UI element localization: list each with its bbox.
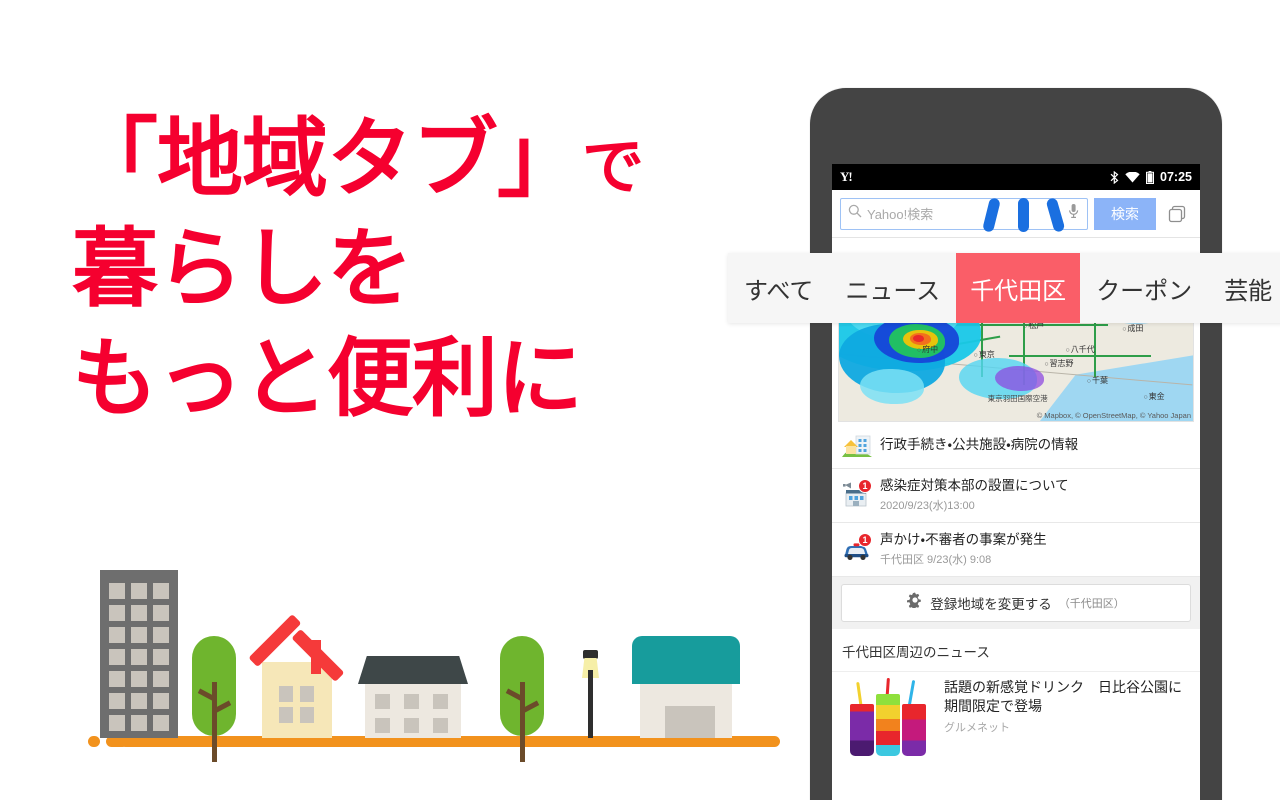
battery-icon [1146,170,1155,184]
list-item-title: 感染症対策本部の設置について [880,478,1069,493]
headline-line-1: 「地域タブ」で [72,104,712,214]
shop-icon [632,636,740,738]
tab-subete[interactable]: すべて [728,253,829,323]
headline-line-1-main: 「地域タブ」 [72,111,583,207]
map-city-label: 習志野 [1044,358,1074,369]
ground-dash-left-small [88,736,100,747]
headline-line-3: もっと便利に [72,331,583,428]
map-city-label: 東金 [1143,391,1165,402]
tab-geino[interactable]: 芸能 [1208,253,1280,323]
ground-dash-right-small [752,736,764,747]
search-input[interactable]: Yahoo!検索 [840,197,1088,230]
map-attribution: © Mapbox, © OpenStreetMap, © Yahoo Japan [1036,411,1191,420]
list-item[interactable]: 1 感染症対策本部の設置について 2020/9/23(水)13:00 [832,469,1200,523]
change-area-current: （千代田区） [1058,597,1125,610]
status-clock: 07:25 [1160,170,1192,184]
map-sea [1039,355,1193,421]
tab-news[interactable]: ニュース [829,253,956,323]
list-item[interactable]: 行政手続き・公共施設・病院の情報 [832,422,1200,469]
apartment-tower-icon [100,570,178,738]
tree-icon [500,636,546,762]
tree-icon [192,636,238,762]
browser-tabs-icon[interactable] [1162,204,1192,224]
list-item-text: 行政手続き・公共施設・病院の情報 [880,437,1190,454]
headline-line-2: 暮らしを [72,221,413,318]
news-text: 話題の新感覚ドリンク 日比谷公園に期間限定で登場 グルメネット [944,678,1190,756]
microphone-icon[interactable] [1068,203,1079,224]
map-city-label: 千葉 [1087,375,1108,386]
settings-button-area: 登録地域を変更する （千代田区） [832,576,1200,629]
category-tab-bar: すべて ニュース 千代田区 クーポン 芸能 ス [728,253,1280,323]
list-item-text: 感染症対策本部の設置について 2020/9/23(水)13:00 [880,478,1190,513]
status-icons: 07:25 [1110,170,1192,184]
page-title: 「地域タブ」で 暮らしを もっと便利に [72,104,712,434]
wifi-icon [1125,171,1140,182]
list-item-title: 行政手続き・公共施設・病院の情報 [880,436,1079,452]
yahoo-logo-icon: Y! [840,169,853,184]
tab-chiyoda-ku[interactable]: 千代田区 [956,253,1081,323]
map-city-label: 東京 [974,349,995,360]
list-item-timestamp: 2020/9/23(水)13:00 [880,499,975,512]
street-lamp-icon [578,640,602,738]
news-list-item[interactable]: 話題の新感覚ドリンク 日比谷公園に期間限定で登場 グルメネット [832,670,1200,756]
news-title: 話題の新感覚ドリンク 日比谷公園に期間限定で登場 [944,678,1182,715]
townscape-illustration [40,540,780,770]
search-placeholder: Yahoo!検索 [867,207,934,222]
tab-coupon[interactable]: クーポン [1080,253,1208,323]
news-thumbnail [842,677,934,756]
police-car-icon: 1 [842,533,872,563]
promo-screenshot: 「地域タブ」で 暮らしを もっと便利に Y! 07:25 Yahoo!検索 検索… [0,0,1280,800]
map-city-label: 八千代 [1066,344,1095,355]
change-area-button[interactable]: 登録地域を変更する （千代田区） [841,583,1191,622]
search-bar: Yahoo!検索 検索 [832,190,1200,238]
list-item-timestamp: 千代田区 9/23(水) 9:08 [880,553,992,566]
magnifier-icon [848,204,862,223]
town-services-icon [842,431,872,459]
list-item[interactable]: 1 声かけ・不審者の事案が発生 千代田区 9/23(水) 9:08 [832,522,1200,577]
status-bar: Y! 07:25 [832,164,1200,190]
news-source: グルメネット [944,722,1010,735]
government-announcement-icon: 1 [842,479,872,509]
office-building-icon [358,656,468,738]
bluetooth-icon [1110,170,1119,184]
map-city-label: 成田 [1122,323,1143,334]
search-button[interactable]: 検索 [1094,197,1156,230]
map-city-label: 府中 [917,344,938,355]
list-item-text: 声かけ・不審者の事案が発生 千代田区 9/23(水) 9:08 [880,532,1190,567]
map-airport-label: 東京羽田国際空港 [987,394,1048,404]
news-section-header: 千代田区周辺のニュース [832,628,1200,671]
gear-icon [907,592,923,613]
list-item-title: 声かけ・不審者の事案が発生 [880,531,1047,547]
phone-mockup: Y! 07:25 Yahoo!検索 検索 ○ ○ 松戸 ○ 成田 ○ 八千代 ○… [810,88,1222,800]
tower-windows [109,583,169,731]
house-icon [248,614,345,738]
headline-line-1-suffix: で [582,133,645,202]
change-area-label: 登録地域を変更する [930,596,1052,612]
